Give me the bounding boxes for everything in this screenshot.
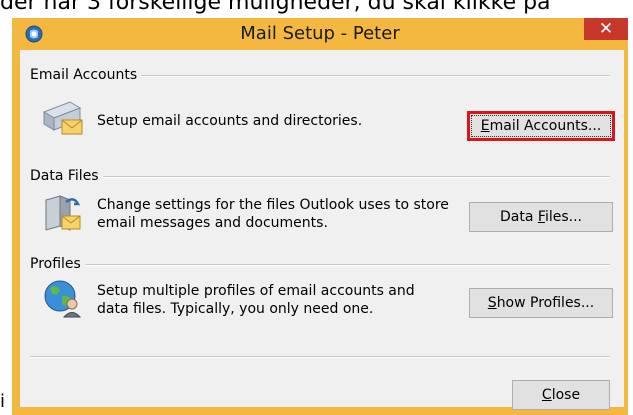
profiles-heading: Profiles — [30, 254, 85, 274]
data-files-icon — [45, 195, 81, 231]
mail-setup-dialog: Mail Setup - Peter ✕ Email Accounts Setu… — [12, 18, 628, 415]
email-accounts-icon — [42, 101, 83, 135]
title-bar[interactable]: Mail Setup - Peter ✕ — [12, 18, 628, 50]
show-profiles-button-label: Show Profiles... — [487, 295, 595, 311]
window-title: Mail Setup - Peter — [240, 23, 400, 44]
close-button[interactable]: Close — [512, 380, 610, 410]
data-files-heading: Data Files — [30, 166, 103, 186]
group-divider — [30, 176, 610, 178]
profiles-globe-icon — [44, 280, 82, 318]
email-accounts-button[interactable]: Email Accounts... — [467, 111, 615, 141]
profiles-group-header: Profiles — [20, 254, 610, 274]
close-button-label: Close — [541, 387, 581, 403]
email-accounts-group-header: Email Accounts — [20, 65, 610, 85]
data-files-description: Change settings for the files Outlook us… — [97, 197, 449, 231]
email-accounts-description: Setup email accounts and directories. — [97, 113, 363, 129]
background-caption: der har 3 forskellige muligheder, du ska… — [0, 0, 551, 15]
data-files-button-label: Data Files... — [500, 209, 582, 225]
data-files-group-header: Data Files — [20, 166, 610, 186]
dialog-client-area: Email Accounts Setup email accounts and … — [20, 50, 624, 410]
profiles-description: Setup multiple profiles of email account… — [97, 283, 415, 317]
group-divider — [30, 264, 610, 266]
background-glyph: i — [0, 391, 6, 412]
close-icon: ✕ — [598, 19, 614, 39]
focus-rectangle — [471, 115, 611, 137]
footer-divider — [30, 356, 610, 358]
close-window-button[interactable]: ✕ — [584, 18, 628, 40]
email-accounts-heading: Email Accounts — [30, 65, 142, 85]
data-files-button[interactable]: Data Files... — [469, 202, 613, 232]
show-profiles-button[interactable]: Show Profiles... — [469, 288, 613, 318]
